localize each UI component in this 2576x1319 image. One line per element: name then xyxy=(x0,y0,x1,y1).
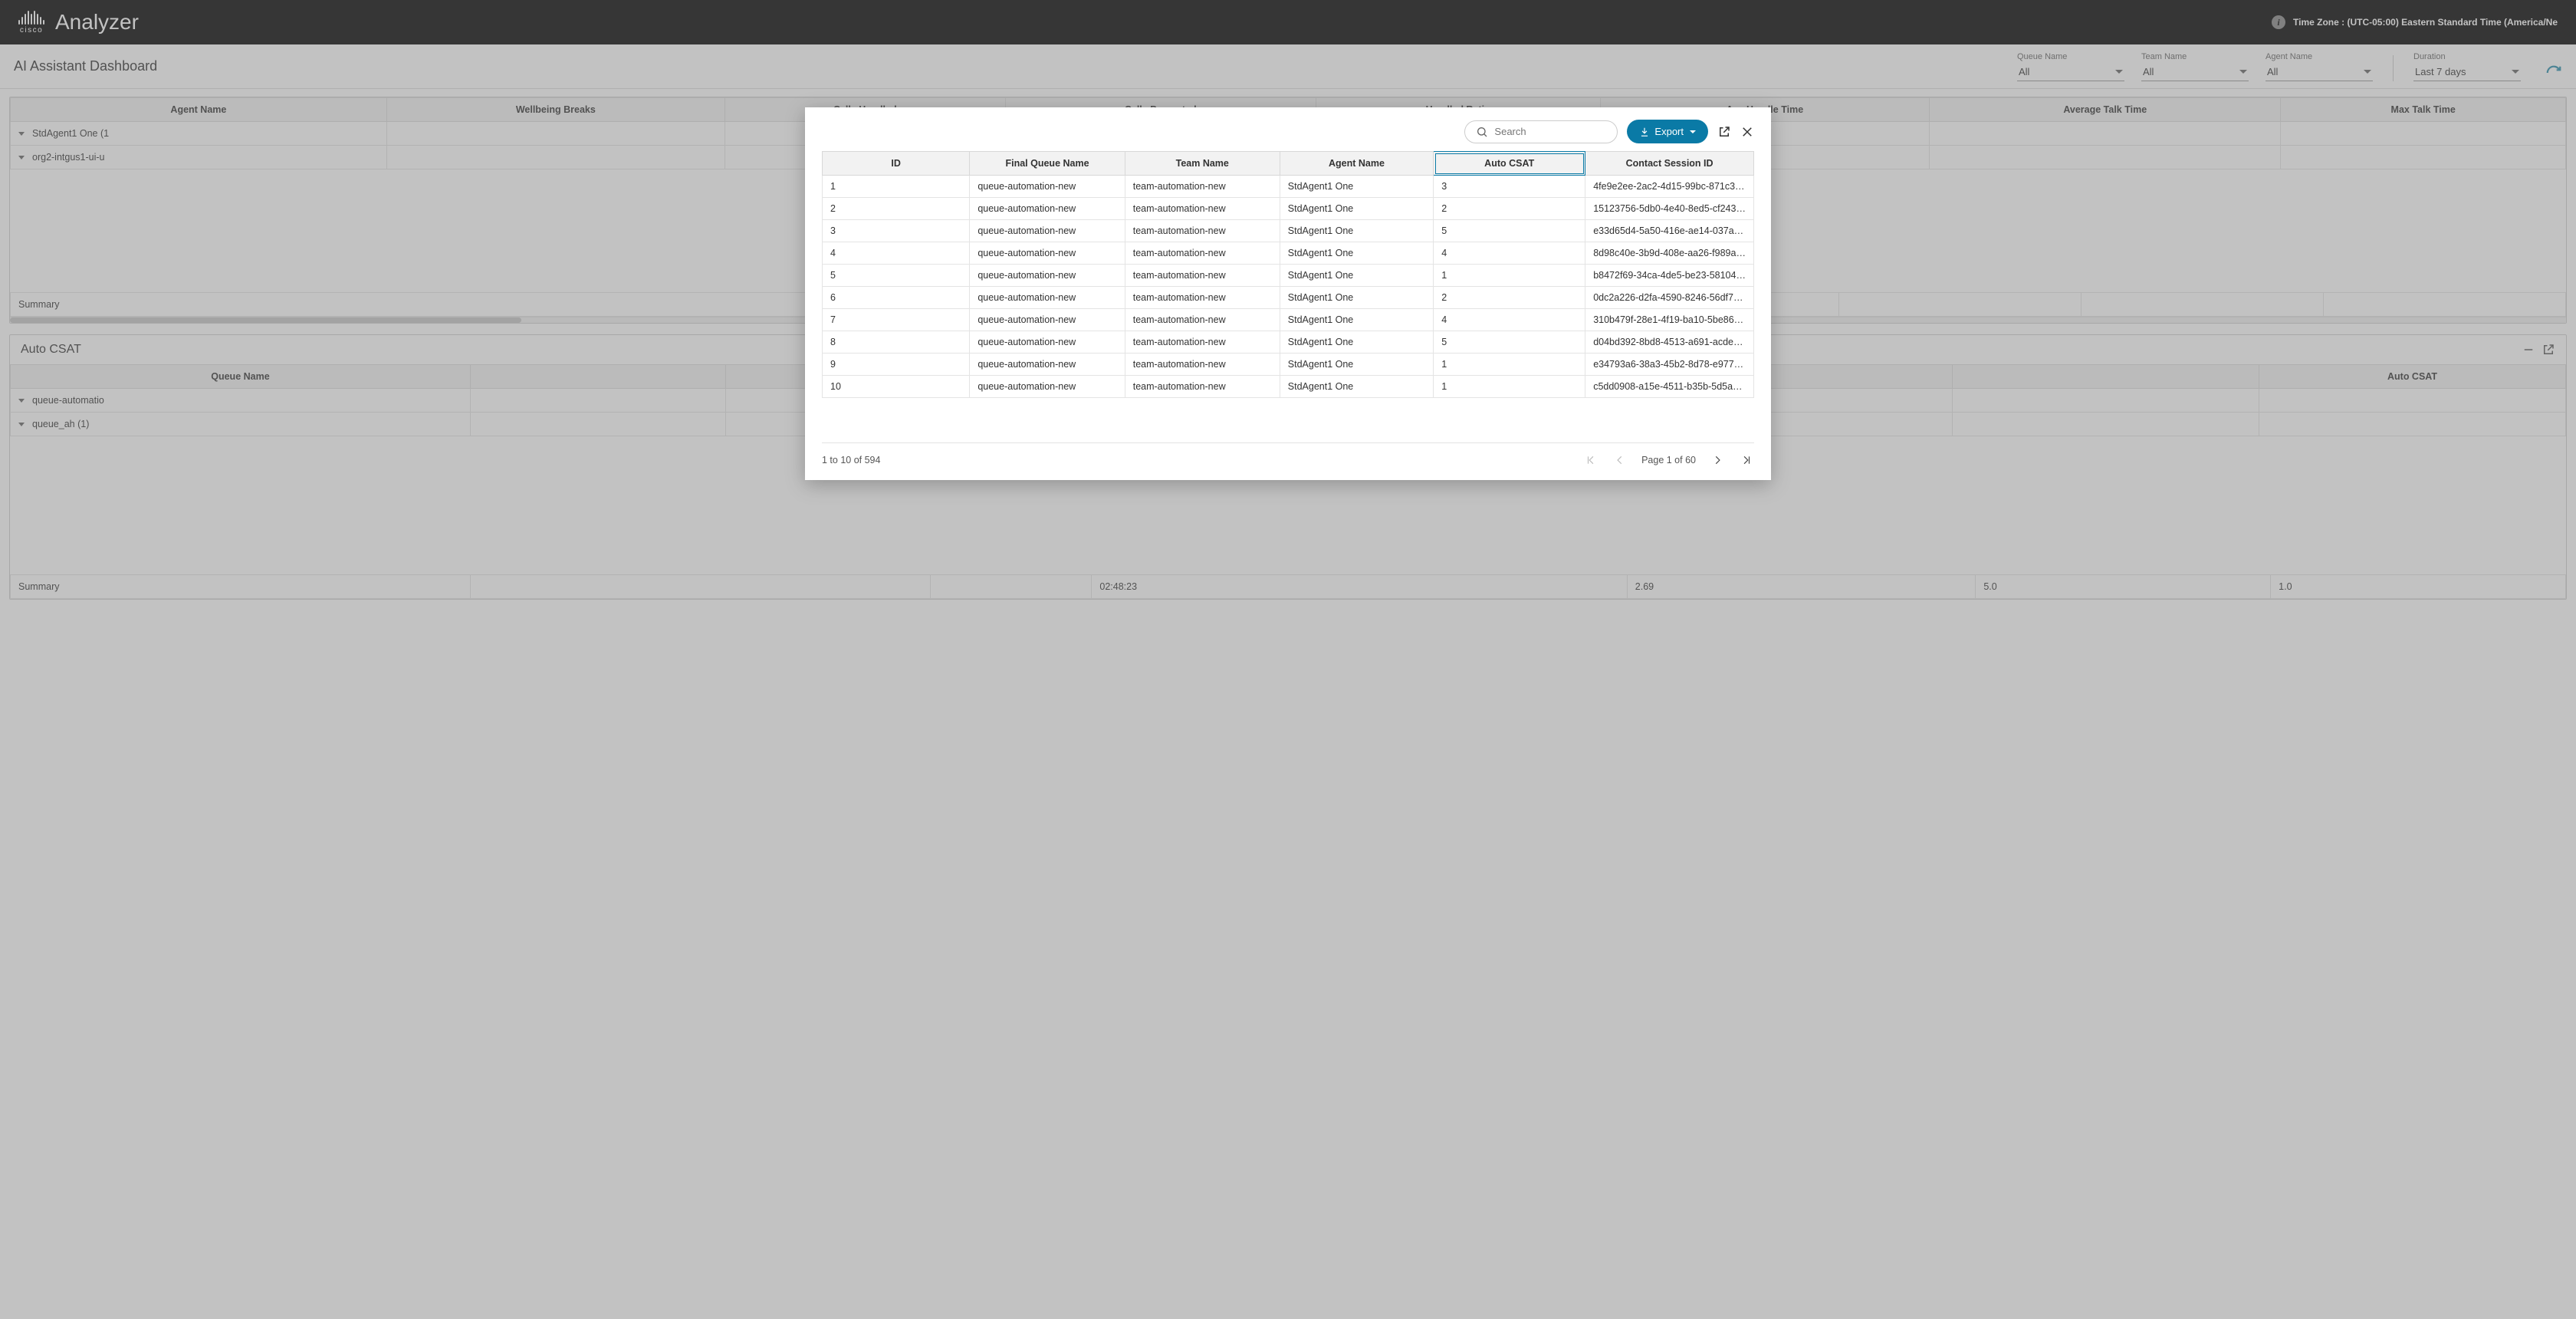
table-row[interactable]: 8queue-automation-newteam-automation-new… xyxy=(823,331,1754,354)
chevron-down-icon xyxy=(1690,130,1696,133)
table-row[interactable]: 2queue-automation-newteam-automation-new… xyxy=(823,198,1754,220)
search-field[interactable] xyxy=(1464,120,1618,143)
pager-page-label: Page 1 of 60 xyxy=(1641,455,1696,465)
column-header[interactable]: Contact Session ID xyxy=(1585,152,1754,176)
search-icon xyxy=(1476,126,1488,138)
column-header[interactable]: Agent Name xyxy=(1280,152,1433,176)
modal-overlay[interactable]: Export IDFinal Queue NameTeam NameAgent … xyxy=(0,0,2576,1319)
export-button[interactable]: Export xyxy=(1627,120,1708,143)
pager: 1 to 10 of 594 Page 1 of 60 xyxy=(822,442,1754,468)
column-header[interactable]: ID xyxy=(823,152,970,176)
pager-range: 1 to 10 of 594 xyxy=(822,455,880,465)
table-row[interactable]: 9queue-automation-newteam-automation-new… xyxy=(823,354,1754,376)
table-row[interactable]: 7queue-automation-newteam-automation-new… xyxy=(823,309,1754,331)
prev-page-button[interactable] xyxy=(1612,452,1628,468)
download-icon xyxy=(1639,127,1650,137)
table-row[interactable]: 3queue-automation-newteam-automation-new… xyxy=(823,220,1754,242)
search-input[interactable] xyxy=(1494,126,1606,137)
table-row[interactable]: 10queue-automation-newteam-automation-ne… xyxy=(823,376,1754,398)
table-row[interactable]: 4queue-automation-newteam-automation-new… xyxy=(823,242,1754,265)
first-page-button[interactable] xyxy=(1583,452,1598,468)
table-row[interactable]: 6queue-automation-newteam-automation-new… xyxy=(823,287,1754,309)
next-page-button[interactable] xyxy=(1710,452,1725,468)
detail-modal: Export IDFinal Queue NameTeam NameAgent … xyxy=(805,107,1771,480)
column-header[interactable]: Team Name xyxy=(1125,152,1280,176)
table-row[interactable]: 5queue-automation-newteam-automation-new… xyxy=(823,265,1754,287)
column-header[interactable]: Auto CSAT xyxy=(1434,152,1585,176)
last-page-button[interactable] xyxy=(1739,452,1754,468)
column-header[interactable]: Final Queue Name xyxy=(970,152,1125,176)
close-icon[interactable] xyxy=(1740,125,1754,139)
popout-icon[interactable] xyxy=(1717,125,1731,139)
table-row[interactable]: 1queue-automation-newteam-automation-new… xyxy=(823,176,1754,198)
